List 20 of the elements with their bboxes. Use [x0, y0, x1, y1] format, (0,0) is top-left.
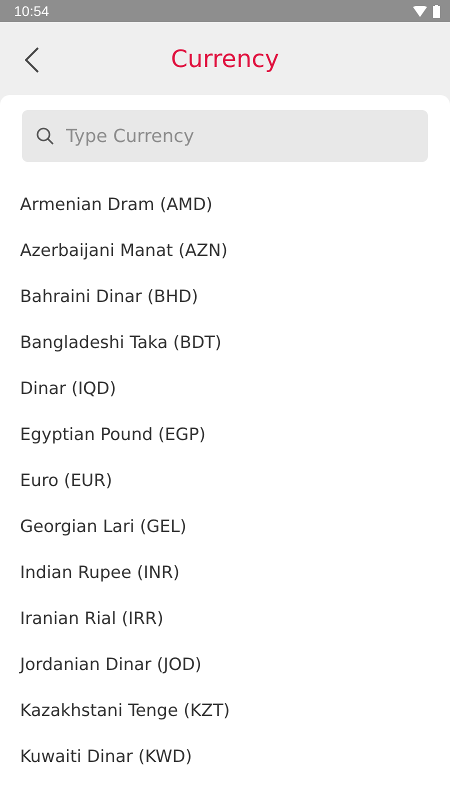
- currency-item[interactable]: Dinar (IQD): [20, 379, 116, 399]
- currency-item[interactable]: Bangladeshi Taka (BDT): [20, 333, 222, 353]
- currency-item[interactable]: Indian Rupee (INR): [20, 563, 180, 583]
- search-icon: [36, 127, 54, 145]
- back-icon: [25, 47, 39, 73]
- battery-icon: [433, 4, 440, 18]
- status-time: 10:54: [14, 3, 50, 19]
- currency-item[interactable]: Euro (EUR): [20, 471, 112, 491]
- currency-item[interactable]: Kuwaiti Dinar (KWD): [20, 747, 192, 767]
- currency-item[interactable]: Armenian Dram (AMD): [20, 195, 213, 215]
- wifi-icon: [413, 6, 427, 16]
- currency-item[interactable]: Georgian Lari (GEL): [20, 517, 186, 537]
- currency-item[interactable]: Kazakhstani Tenge (KZT): [20, 701, 230, 721]
- page-title: Currency: [170, 44, 280, 72]
- currency-item[interactable]: Azerbaijani Manat (AZN): [20, 241, 228, 261]
- currency-item[interactable]: Iranian Rial (IRR): [20, 609, 164, 629]
- currency-item[interactable]: Bahraini Dinar (BHD): [20, 287, 198, 307]
- currency-item[interactable]: Egyptian Pound (EGP): [20, 425, 206, 445]
- search-field[interactable]: Type Currency: [22, 110, 428, 162]
- currency-item[interactable]: Jordanian Dinar (JOD): [20, 655, 202, 675]
